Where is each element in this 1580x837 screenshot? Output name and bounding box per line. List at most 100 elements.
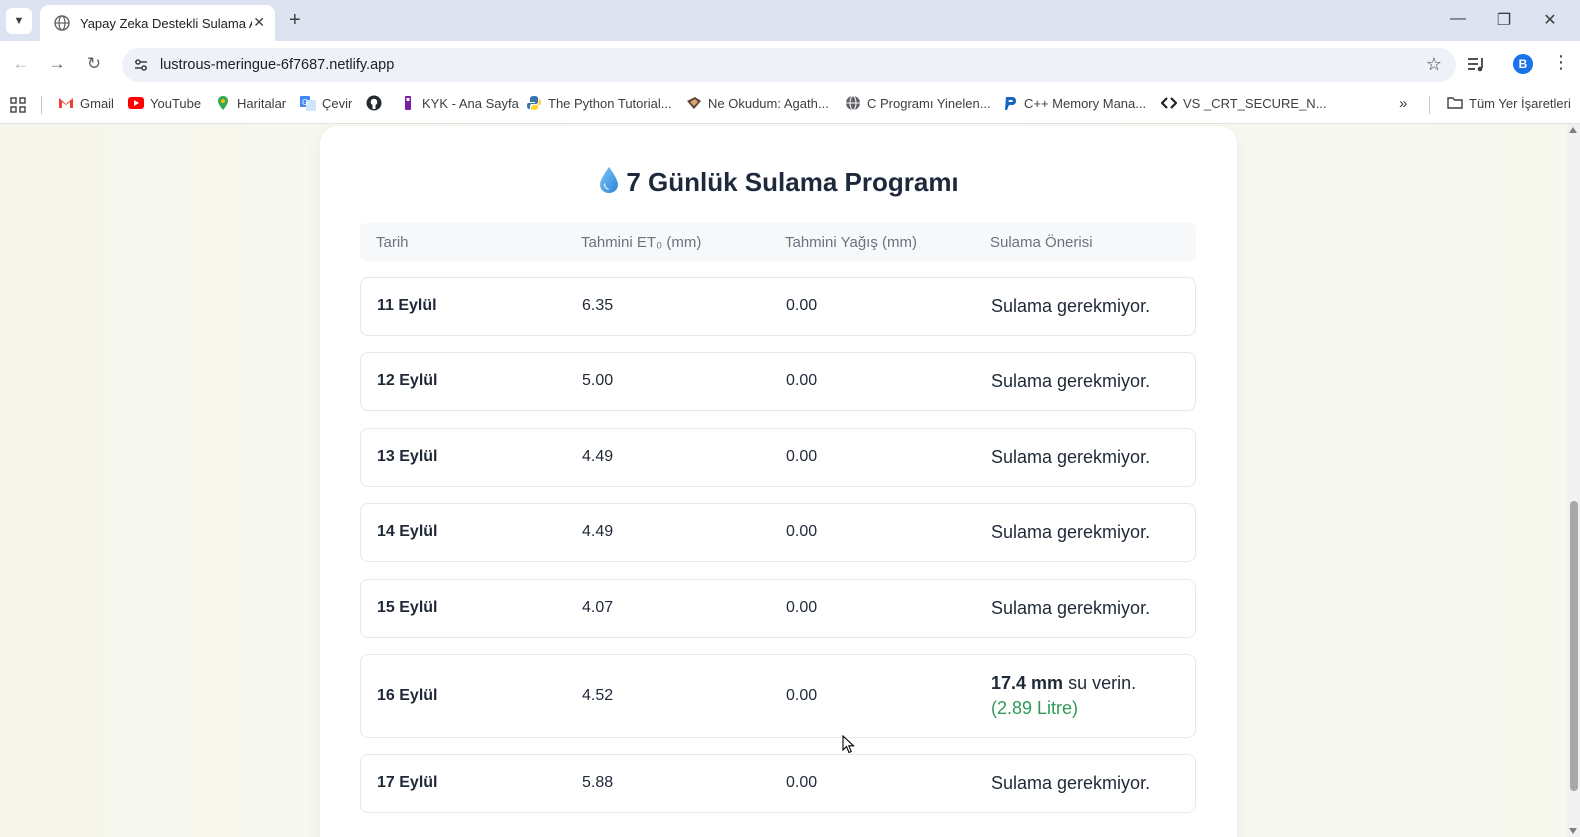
cell-advice: 17.4 mm su verin. (2.89 Litre) xyxy=(991,671,1181,721)
bookmark-youtube[interactable]: YouTube xyxy=(128,95,201,111)
cell-advice: Sulama gerekmiyor. xyxy=(991,447,1151,467)
cell-rain: 0.00 xyxy=(786,297,818,314)
bookmark-label: C Programı Yinelen... xyxy=(867,95,991,111)
reload-icon[interactable]: ↻ xyxy=(83,54,105,74)
code-icon xyxy=(1161,97,1177,109)
bookmark-ne-okudum[interactable]: Ne Okudum: Agath... xyxy=(686,95,829,111)
table-header: Tarih Tahmini ET₀ (mm) Tahmini Yağış (mm… xyxy=(360,223,1196,261)
cell-rain: 0.00 xyxy=(786,448,818,465)
close-tab-icon[interactable]: ✕ xyxy=(253,14,265,31)
minimize-icon[interactable]: — xyxy=(1448,10,1468,28)
cell-rain: 0.00 xyxy=(786,599,818,616)
browser-toolbar: ← → ↻ lustrous-meringue-6f7687.netlify.a… xyxy=(0,41,1580,87)
bookmarks-bar: Gmail YouTube Haritalar G Çevir KYK - An… xyxy=(0,87,1580,124)
folder-icon xyxy=(1447,97,1463,109)
bookmark-cpp-memory[interactable]: C++ Memory Mana... xyxy=(1002,95,1146,111)
url-text: lustrous-meringue-6f7687.netlify.app xyxy=(160,57,395,73)
table-row: 14 Eylül 4.49 0.00 Sulama gerekmiyor. xyxy=(360,503,1196,562)
water-litre: (2.89 Litre) xyxy=(991,698,1079,718)
globe-icon xyxy=(846,95,860,111)
scroll-up-icon[interactable] xyxy=(1569,127,1577,133)
table-row: 15 Eylül 4.07 0.00 Sulama gerekmiyor. xyxy=(360,579,1196,638)
cell-advice: Sulama gerekmiyor. xyxy=(991,598,1151,618)
address-bar[interactable]: lustrous-meringue-6f7687.netlify.app ☆ xyxy=(122,48,1456,82)
tab-title: Yapay Zeka Destekli Sulama Asistanı xyxy=(80,15,252,31)
bookmark-python[interactable]: The Python Tutorial... xyxy=(526,95,672,111)
page-viewport: 7 Günlük Sulama Programı Tarih Tahmini E… xyxy=(0,124,1567,837)
bookmark-label: VS _CRT_SECURE_N... xyxy=(1183,95,1327,111)
cell-date: 11 Eylül xyxy=(377,297,437,314)
kyk-icon xyxy=(405,96,411,110)
table-row: 12 Eylül 5.00 0.00 Sulama gerekmiyor. xyxy=(360,352,1196,411)
schedule-title: 7 Günlük Sulama Programı xyxy=(320,166,1237,198)
cell-et0: 5.00 xyxy=(582,372,614,389)
all-bookmarks-folder[interactable]: Tüm Yer İşaretleri xyxy=(1447,95,1571,111)
tab-search-button[interactable]: ▼ xyxy=(6,8,32,34)
more-menu-icon[interactable]: ⋮ xyxy=(1552,52,1570,73)
bookmark-label: Haritalar xyxy=(237,95,287,111)
bookmark-label: C++ Memory Mana... xyxy=(1024,95,1147,111)
bookmark-gmail[interactable]: Gmail xyxy=(58,95,114,111)
cell-advice: Sulama gerekmiyor. xyxy=(991,296,1151,316)
bookmark-vs-crt[interactable]: VS _CRT_SECURE_N... xyxy=(1161,95,1327,111)
back-icon[interactable]: ← xyxy=(10,54,32,74)
new-tab-button[interactable]: + xyxy=(289,9,301,31)
water-instruction: su verin. xyxy=(1068,673,1137,693)
bookmark-kyk[interactable]: KYK - Ana Sayfa xyxy=(400,95,519,111)
cell-rain: 0.00 xyxy=(786,774,818,791)
tab-strip: ▼ Yapay Zeka Destekli Sulama Asistanı ✕ … xyxy=(0,0,1580,41)
globe-icon xyxy=(54,15,70,31)
scroll-down-icon[interactable] xyxy=(1569,828,1577,834)
bookmark-star-icon[interactable]: ☆ xyxy=(1426,54,1442,75)
github-icon xyxy=(366,95,382,111)
mouse-cursor-icon xyxy=(842,735,855,754)
cell-et0: 4.49 xyxy=(582,523,614,540)
cell-date: 14 Eylül xyxy=(377,523,438,540)
schedule-title-text: 7 Günlük Sulama Programı xyxy=(626,167,959,197)
bookmark-label: KYK - Ana Sayfa xyxy=(422,95,519,111)
bookmark-label: Tüm Yer İşaretleri xyxy=(1469,95,1571,111)
scrollbar-thumb[interactable] xyxy=(1570,501,1578,791)
translate-icon: G xyxy=(300,96,316,111)
cell-date: 12 Eylül xyxy=(377,372,438,389)
schedule-card: 7 Günlük Sulama Programı Tarih Tahmini E… xyxy=(320,126,1237,837)
close-window-icon[interactable]: ✕ xyxy=(1540,10,1560,30)
apps-grid-icon[interactable] xyxy=(10,97,26,113)
forward-icon[interactable]: → xyxy=(46,54,68,74)
svg-text:G: G xyxy=(302,98,308,107)
bookmark-c-program[interactable]: C Programı Yinelen... xyxy=(845,95,991,111)
bookmark-translate[interactable]: G Çevir xyxy=(300,95,352,111)
bookmark-maps[interactable]: Haritalar xyxy=(215,95,286,111)
cell-rain: 0.00 xyxy=(786,687,818,704)
cell-rain: 0.00 xyxy=(786,523,818,540)
table-row: 17 Eylül 5.88 0.00 Sulama gerekmiyor. xyxy=(360,754,1196,813)
cell-rain: 0.00 xyxy=(786,372,818,389)
table-row: 13 Eylül 4.49 0.00 Sulama gerekmiyor. xyxy=(360,428,1196,487)
p-icon xyxy=(1005,97,1016,110)
bookmark-label: Ne Okudum: Agath... xyxy=(708,95,829,111)
media-controls-icon[interactable] xyxy=(1466,54,1486,74)
python-icon xyxy=(527,96,541,110)
gmail-icon xyxy=(59,98,73,108)
profile-avatar[interactable]: B xyxy=(1513,54,1533,74)
bookmarks-overflow-icon[interactable]: » xyxy=(1399,95,1407,112)
cell-et0: 4.49 xyxy=(582,448,614,465)
table-row: 11 Eylül 6.35 0.00 Sulama gerekmiyor. xyxy=(360,277,1196,336)
bookmark-label: Çevir xyxy=(322,95,353,111)
table-row: 16 Eylül 4.52 0.00 17.4 mm su verin. (2.… xyxy=(360,654,1196,738)
header-rain: Tahmini Yağış (mm) xyxy=(785,234,917,251)
cell-advice: Sulama gerekmiyor. xyxy=(991,773,1151,793)
page-scrollbar[interactable] xyxy=(1567,124,1580,837)
book-icon xyxy=(687,97,701,109)
restore-icon[interactable]: ❐ xyxy=(1494,10,1514,30)
cell-date: 16 Eylül xyxy=(377,687,438,704)
header-date: Tarih xyxy=(376,234,409,251)
bookmark-github[interactable] xyxy=(366,95,388,111)
bookmarks-divider xyxy=(41,96,42,114)
cell-et0: 6.35 xyxy=(582,297,614,314)
cell-et0: 5.88 xyxy=(582,774,614,791)
active-tab[interactable]: Yapay Zeka Destekli Sulama Asistanı ✕ xyxy=(40,5,275,41)
site-info-icon[interactable] xyxy=(133,57,149,73)
water-amount: 17.4 mm xyxy=(991,673,1064,693)
header-advice: Sulama Önerisi xyxy=(990,234,1093,251)
